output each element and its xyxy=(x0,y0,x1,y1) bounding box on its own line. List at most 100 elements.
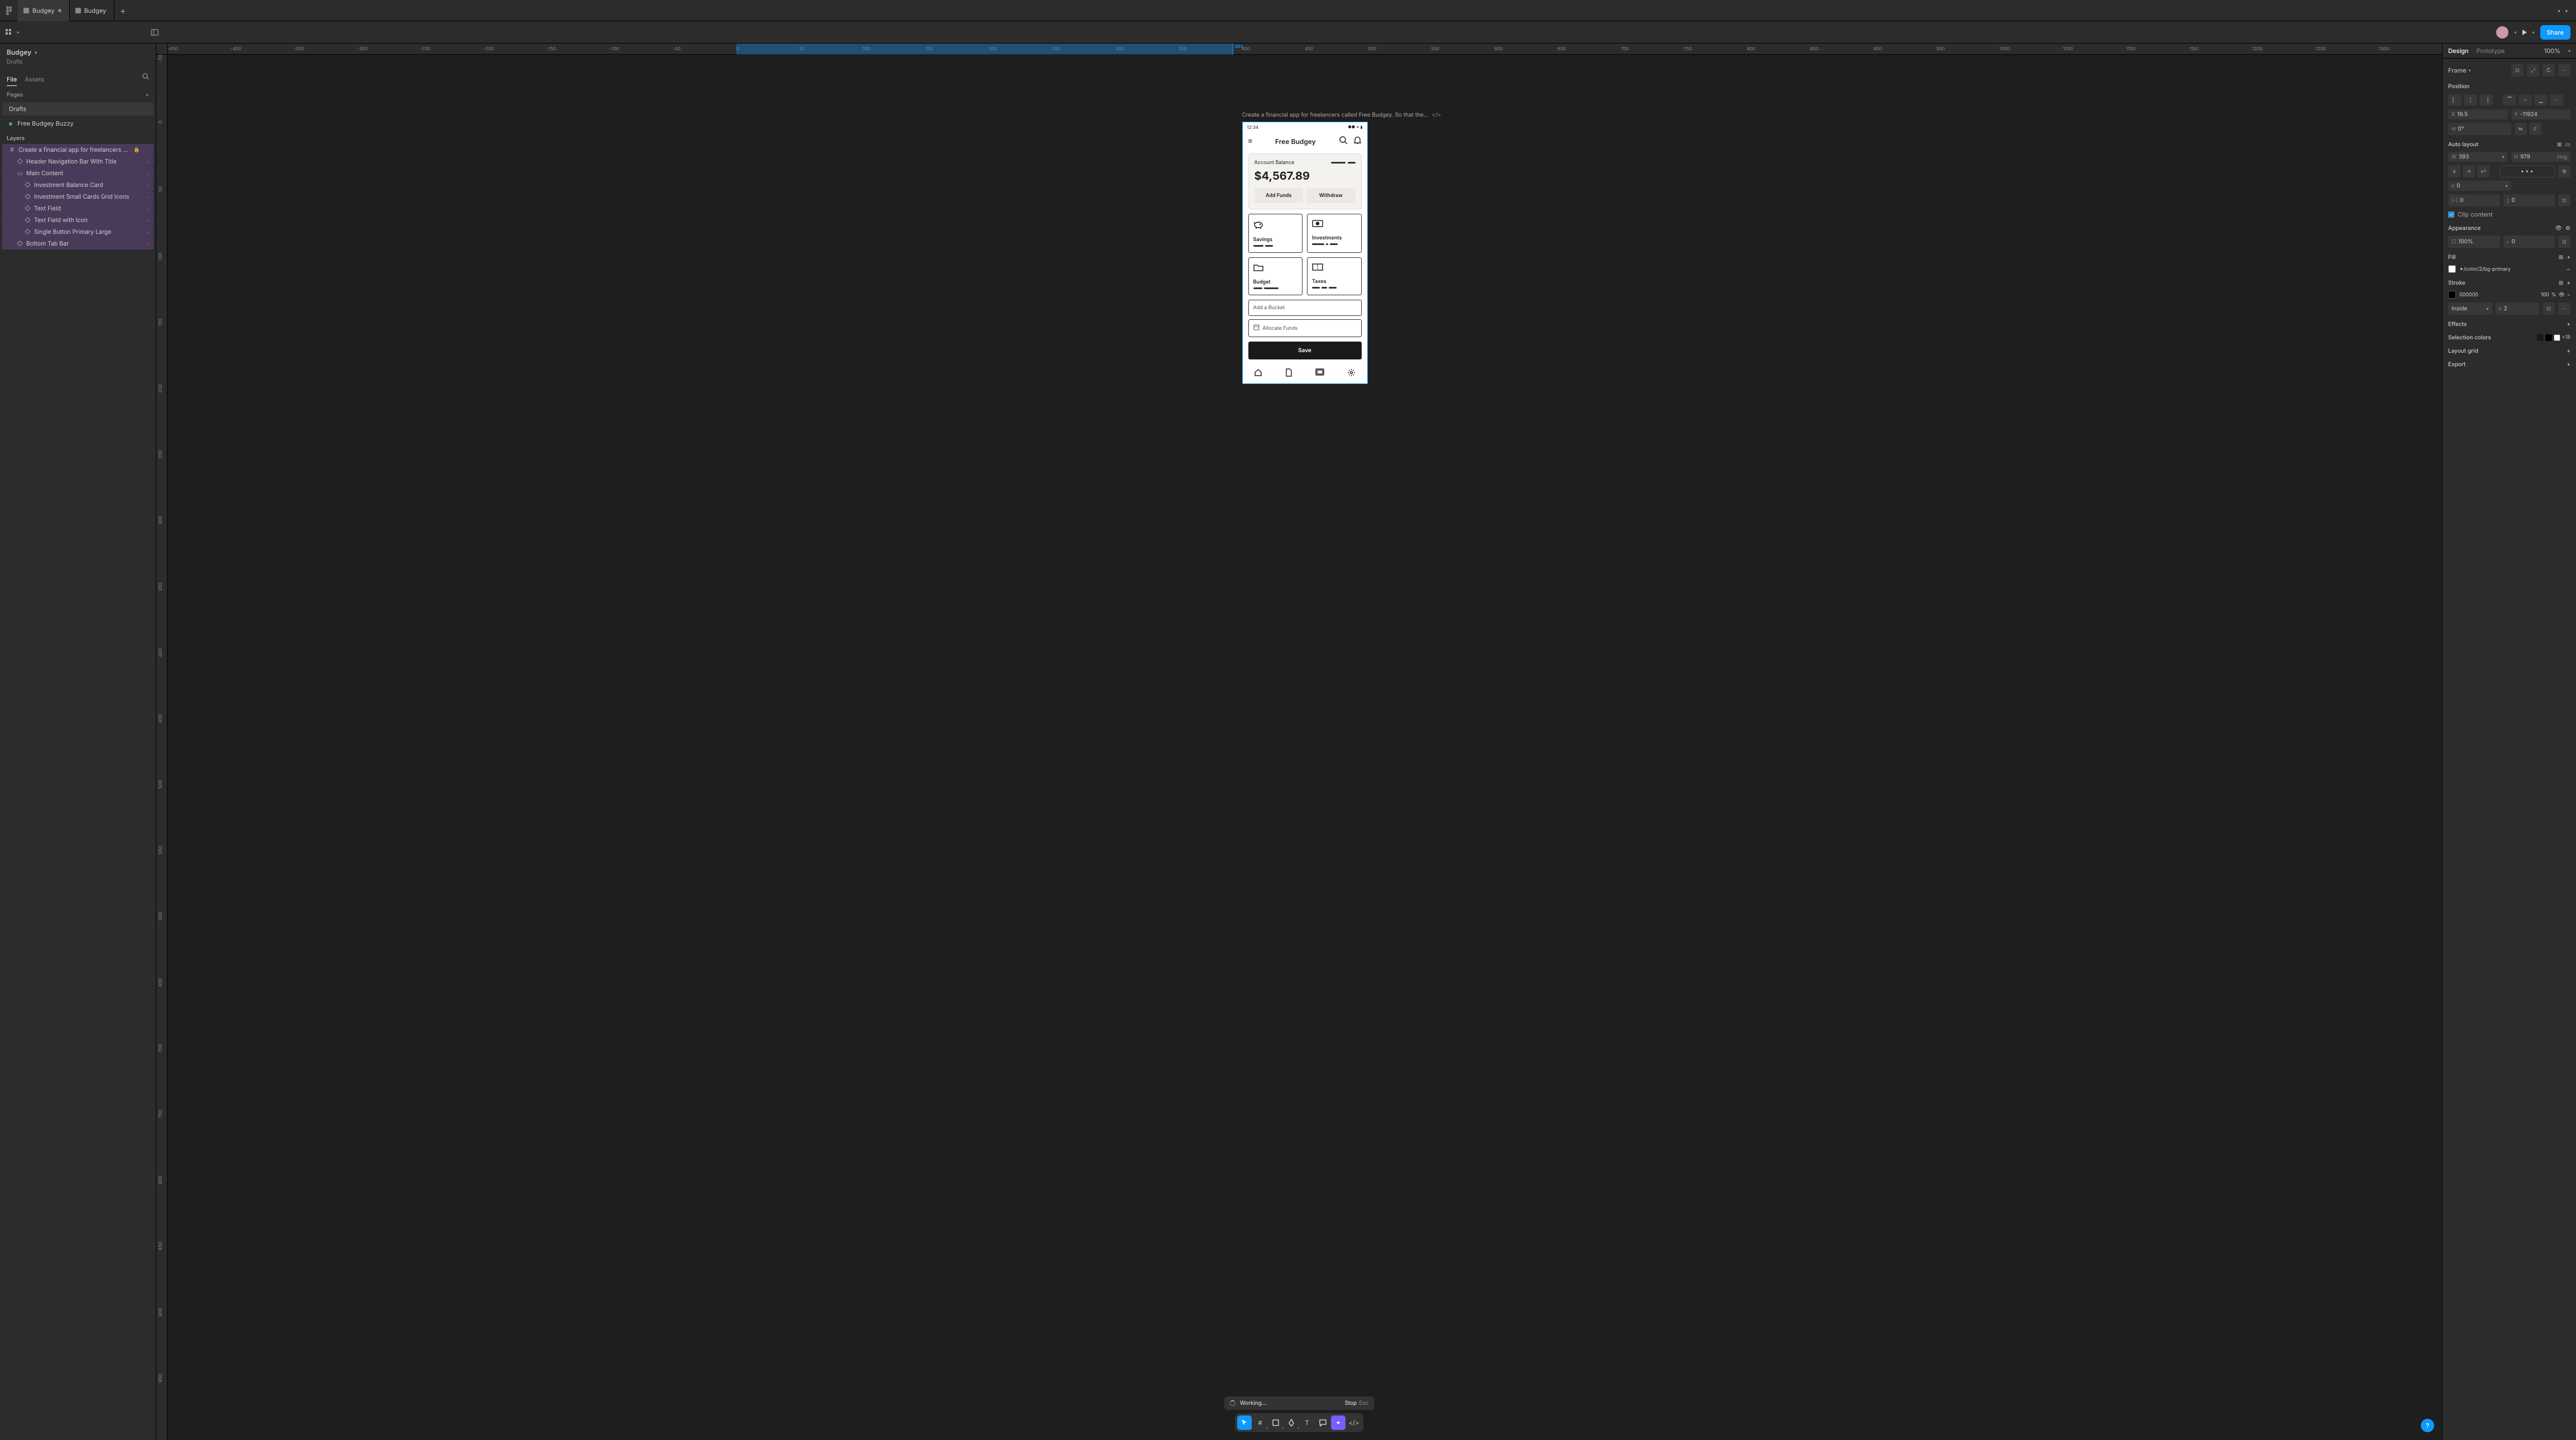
align-bottom-icon[interactable]: ▁ xyxy=(2534,94,2548,105)
fill-grid-icon[interactable]: ⊞ xyxy=(2559,254,2563,261)
chevron-down-icon[interactable]: ▾ xyxy=(35,50,37,55)
autolayout-settings-icon[interactable]: ⚙ xyxy=(2558,165,2570,177)
canvas[interactable]: -450-400-350-300-250-200-150-100-5005010… xyxy=(156,44,2442,1440)
align-left-icon[interactable]: ▏ xyxy=(2448,94,2462,105)
visibility-dot-icon[interactable]: • xyxy=(147,171,150,176)
visibility-dot-icon[interactable]: • xyxy=(147,183,150,188)
radius-field[interactable]: ⌐0 xyxy=(2503,236,2555,248)
width-field[interactable]: W393▾ xyxy=(2448,152,2508,162)
save-button[interactable]: Save xyxy=(1248,342,1362,359)
stop-button[interactable]: Stop Esc xyxy=(1345,1400,1369,1407)
remove-icon[interactable]: − xyxy=(2567,292,2570,298)
ai-tool[interactable]: ✦ xyxy=(1331,1415,1346,1430)
x-field[interactable]: X19.5 xyxy=(2448,109,2508,119)
settings-tab-icon[interactable] xyxy=(1347,368,1356,379)
add-bucket-input[interactable]: Add a Bucket xyxy=(1248,300,1362,316)
padding-h-field[interactable]: |◦|0 xyxy=(2448,194,2500,207)
stroke-row[interactable]: 000000 100 % 👁 − xyxy=(2443,289,2576,301)
visibility-dot-icon[interactable]: • xyxy=(147,159,150,165)
menu-grid-icon[interactable] xyxy=(6,29,12,36)
stroke-swatch[interactable] xyxy=(2448,291,2456,299)
chevron-down-icon[interactable]: ▾ xyxy=(2532,30,2535,35)
add-stroke-icon[interactable]: + xyxy=(2567,280,2570,286)
tab-design[interactable]: Design xyxy=(2448,47,2469,55)
frame-tool[interactable]: #▾ xyxy=(1253,1415,1267,1430)
layer-row[interactable]: # Create a financial app for freelancers… xyxy=(2,144,154,156)
withdraw-button[interactable]: Withdraw xyxy=(1306,188,1356,203)
home-tab-icon[interactable] xyxy=(1254,368,1262,379)
layer-row[interactable]: ◇ Investment Small Cards Grid Icons • xyxy=(2,191,154,203)
rotation-field[interactable]: ⟲0° xyxy=(2448,123,2511,135)
radius-expand-icon[interactable]: ⊡ xyxy=(2558,236,2570,248)
clip-content-toggle[interactable]: ✓ Clip content xyxy=(2443,208,2576,220)
direction-right-icon[interactable]: → xyxy=(2463,165,2475,177)
bell-icon[interactable] xyxy=(1353,136,1362,147)
hamburger-icon[interactable]: ≡ xyxy=(1248,137,1253,146)
app-frame[interactable]: 12:34 ●● ▾ ▮ ≡ Free Budgey xyxy=(1242,122,1368,384)
help-button[interactable]: ? xyxy=(2421,1419,2434,1432)
visibility-dot-icon[interactable]: • xyxy=(147,229,150,235)
fit-icon[interactable]: ⊡ xyxy=(2511,64,2524,76)
chevron-down-icon[interactable]: ▾ xyxy=(2469,68,2471,73)
search-icon[interactable] xyxy=(1339,136,1348,147)
tab-budgey-1[interactable]: Budgey xyxy=(18,0,70,21)
layer-row[interactable]: ◇ Header Navigation Bar With Title • xyxy=(2,156,154,167)
move-tool[interactable]: ▾ xyxy=(1237,1415,1252,1430)
visibility-dot-icon[interactable]: • xyxy=(147,241,150,247)
align-right-icon[interactable]: ▕ xyxy=(2479,94,2493,105)
add-export-icon[interactable]: + xyxy=(2567,361,2570,368)
allocate-funds-input[interactable]: Allocate Funds xyxy=(1248,319,1362,337)
align-more-icon[interactable]: ⋯ xyxy=(2550,94,2563,105)
pen-tool[interactable]: ▾ xyxy=(1284,1415,1299,1430)
lock-icon[interactable]: 🔒 xyxy=(133,147,140,153)
frame-label[interactable]: Create a financial app for freelancers c… xyxy=(1242,112,1442,118)
frame-type[interactable]: Frame xyxy=(2448,66,2467,74)
search-icon[interactable] xyxy=(142,73,149,86)
stroke-more-icon[interactable]: ⋯ xyxy=(2558,303,2570,315)
stroke-color-value[interactable]: 000000 xyxy=(2459,292,2478,298)
detach-icon[interactable]: − xyxy=(2567,265,2570,273)
fill-row[interactable]: ✦/color/2/bg-primary − xyxy=(2443,263,2576,275)
text-tool[interactable]: T xyxy=(1300,1415,1314,1430)
layer-row[interactable]: ◇ Text Field with Icon • xyxy=(2,214,154,226)
avatar[interactable] xyxy=(2496,26,2508,39)
align-hcenter-icon[interactable]: ╎ xyxy=(2464,94,2477,105)
height-field[interactable]: H979Hug xyxy=(2511,152,2571,162)
wallet-tab-icon[interactable] xyxy=(1315,368,1324,379)
layer-row[interactable]: ◇ Investment Balance Card • xyxy=(2,179,154,191)
stroke-position-field[interactable]: Inside▾ xyxy=(2448,303,2492,315)
visibility-dot-icon[interactable]: • xyxy=(147,194,150,200)
chevron-down-icon[interactable]: ▾ xyxy=(2568,48,2570,54)
add-page-button[interactable]: + xyxy=(145,92,149,98)
project-location[interactable]: Drafts xyxy=(0,59,156,71)
tab-prototype[interactable]: Prototype xyxy=(2477,47,2505,55)
file-tab-icon[interactable] xyxy=(1285,368,1292,379)
page-drafts[interactable]: Drafts xyxy=(2,102,154,116)
stroke-opacity[interactable]: 100 xyxy=(2541,292,2549,298)
gap-field[interactable]: ≡0▾ xyxy=(2448,181,2511,191)
flip-h-icon[interactable]: ⇋ xyxy=(2515,123,2527,135)
padding-expand-icon[interactable]: ⊡ xyxy=(2558,194,2570,207)
autolayout-remove-icon[interactable]: ▭ xyxy=(2565,141,2570,148)
align-vcenter-icon[interactable]: ─ xyxy=(2518,94,2532,105)
tab-assets[interactable]: Assets xyxy=(25,73,44,86)
visibility-icon[interactable]: 👁 xyxy=(2559,292,2565,298)
chevron-down-icon[interactable]: ▾ xyxy=(2514,30,2516,35)
present-button-icon[interactable] xyxy=(2522,30,2527,35)
fill-swatch[interactable] xyxy=(2448,265,2456,273)
direction-wrap-icon[interactable]: ↩ xyxy=(2477,165,2489,177)
add-grid-icon[interactable]: + xyxy=(2567,348,2570,354)
panel-toggle-icon[interactable] xyxy=(151,28,159,36)
comment-tool[interactable] xyxy=(1315,1415,1330,1430)
zoom-value[interactable]: 100% xyxy=(2544,47,2560,55)
add-funds-button[interactable]: Add Funds xyxy=(1255,188,1304,203)
card-investments[interactable]: Investments xyxy=(1307,214,1362,253)
direction-down-icon[interactable]: ↓ xyxy=(2448,165,2460,177)
settings-icon[interactable]: ⚙ xyxy=(2565,225,2570,232)
card-budget[interactable]: Budget xyxy=(1248,257,1303,295)
visibility-icon[interactable]: 👁 xyxy=(2555,225,2562,232)
layer-row[interactable]: ◇ Bottom Tab Bar • xyxy=(2,238,154,249)
page-free-budgey-buzzy[interactable]: Free Budgey Buzzy xyxy=(2,117,154,130)
visibility-dot-icon[interactable]: • xyxy=(147,218,150,223)
new-tab-button[interactable]: + xyxy=(114,5,131,16)
